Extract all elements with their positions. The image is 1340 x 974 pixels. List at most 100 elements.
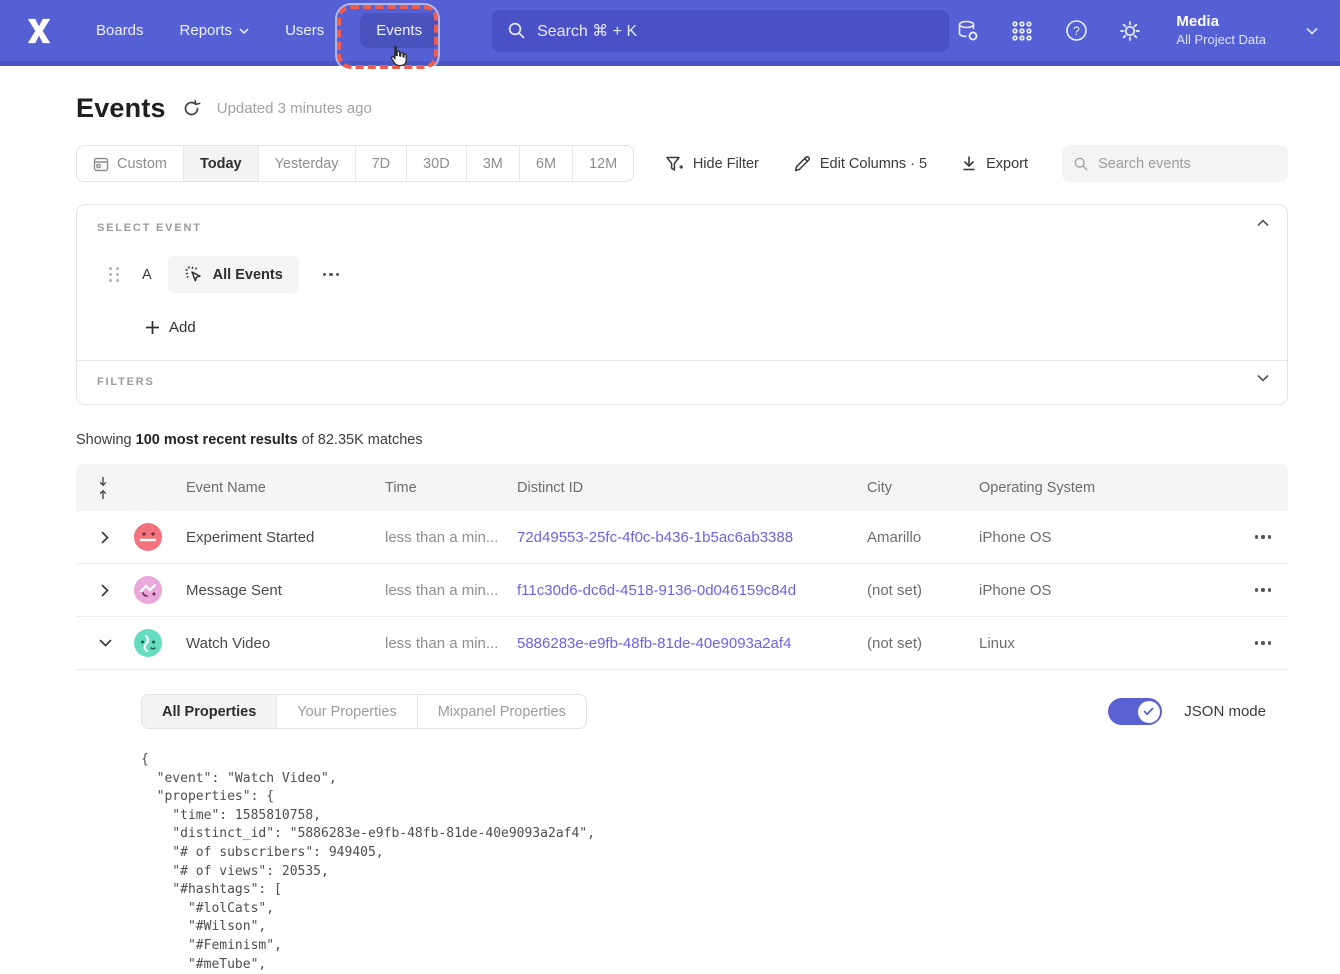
events-table: Event Name Time Distinct ID City Operati… (76, 464, 1288, 974)
event-detail-panel: All Properties Your Properties Mixpanel … (76, 670, 1288, 974)
date-range-3m[interactable]: 3M (467, 146, 520, 181)
global-search[interactable]: Search ⌘ + K (492, 10, 949, 52)
tab-mixpanel-properties[interactable]: Mixpanel Properties (418, 695, 586, 728)
svg-text:?: ? (1073, 24, 1080, 38)
collapse-row-icon[interactable] (76, 639, 134, 647)
pencil-icon (793, 155, 811, 173)
event-query-row: A All Events (109, 256, 1267, 293)
json-mode-label: JSON mode (1184, 703, 1266, 720)
event-avatar (134, 629, 162, 657)
data-management-icon[interactable] (956, 19, 980, 43)
toggle-knob (1138, 701, 1160, 723)
drag-handle-icon[interactable] (109, 267, 120, 282)
search-icon (1074, 156, 1088, 172)
global-search-placeholder: Search ⌘ + K (537, 21, 637, 41)
cell-city: (not set) (867, 582, 979, 599)
events-search-input[interactable] (1098, 156, 1276, 172)
table-row[interactable]: Experiment Started less than a min... 72… (76, 511, 1288, 564)
date-range-custom[interactable]: Custom (77, 146, 184, 181)
column-header-os[interactable]: Operating System (979, 480, 1230, 496)
settings-gear-icon[interactable] (1118, 19, 1142, 43)
table-header: Event Name Time Distinct ID City Operati… (76, 464, 1288, 511)
results-summary: Showing 100 most recent results of 82.35… (76, 432, 1288, 448)
add-event-button[interactable]: Add (145, 319, 1267, 336)
column-header-event-name[interactable]: Event Name (186, 480, 385, 496)
expand-row-icon[interactable] (76, 531, 134, 544)
mixpanel-logo[interactable] (22, 15, 56, 47)
date-range-selector: Custom Today Yesterday 7D 30D 3M 6M 12M (76, 145, 634, 182)
cell-event-name: Message Sent (186, 582, 385, 599)
edit-columns-button[interactable]: Edit Columns · 5 (793, 155, 927, 173)
table-row-expanded[interactable]: Watch Video less than a min... 5886283e-… (76, 617, 1288, 670)
cell-time: less than a min... (385, 635, 517, 652)
cell-city: (not set) (867, 635, 979, 652)
apps-grid-icon[interactable] (1010, 19, 1034, 43)
cell-distinct-id[interactable]: 5886283e-e9fb-48fb-81de-40e9093a2af4 (517, 635, 867, 652)
cell-event-name: Experiment Started (186, 529, 385, 546)
cell-city: Amarillo (867, 529, 979, 546)
top-navbar: Boards Reports Users Events Search ⌘ + K (0, 0, 1340, 66)
column-header-time[interactable]: Time (385, 480, 517, 496)
cell-event-name: Watch Video (186, 635, 385, 652)
event-json-content: { "event": "Watch Video", "properties": … (141, 751, 1268, 974)
cell-distinct-id[interactable]: f11c30d6-dc6d-4518-9136-0d046159c84d (517, 582, 867, 599)
column-header-distinct-id[interactable]: Distinct ID (517, 480, 867, 496)
cell-time: less than a min... (385, 529, 517, 546)
row-menu-icon[interactable] (1230, 535, 1288, 539)
date-range-today[interactable]: Today (184, 146, 259, 181)
event-selector-pill[interactable]: All Events (168, 256, 299, 293)
calendar-icon (93, 156, 109, 172)
refresh-icon[interactable] (182, 99, 201, 118)
filter-funnel-icon (665, 155, 684, 173)
event-row-letter: A (142, 267, 152, 283)
row-menu-icon[interactable] (1230, 588, 1288, 592)
export-button[interactable]: Export (961, 155, 1028, 172)
row-menu-icon[interactable] (1230, 641, 1288, 645)
collapse-chevron-up-icon[interactable] (1257, 219, 1269, 227)
download-icon (961, 155, 977, 172)
all-events-icon (184, 265, 204, 285)
event-avatar (134, 576, 162, 604)
help-icon[interactable]: ? (1064, 19, 1088, 43)
nav-item-users[interactable]: Users (285, 22, 324, 39)
expand-chevron-down-icon[interactable] (1257, 374, 1269, 382)
project-subtitle: All Project Data (1176, 32, 1266, 48)
tab-your-properties[interactable]: Your Properties (277, 695, 417, 728)
filters-section: FILTERS (77, 361, 1287, 404)
cell-os: iPhone OS (979, 582, 1230, 599)
date-range-7d[interactable]: 7D (356, 146, 408, 181)
tab-all-properties[interactable]: All Properties (142, 695, 277, 728)
cell-distinct-id[interactable]: 72d49553-25fc-4f0c-b436-1b5ac6ab3388 (517, 529, 867, 546)
page-title: Events (76, 93, 166, 124)
chevron-down-icon (1306, 27, 1318, 35)
last-updated-text: Updated 3 minutes ago (217, 100, 372, 117)
project-switcher[interactable]: Media All Project Data (1176, 13, 1266, 48)
nav-item-boards[interactable]: Boards (96, 22, 144, 39)
event-avatar (134, 523, 162, 551)
plus-icon (145, 320, 160, 335)
check-icon (1143, 707, 1154, 716)
hide-filter-button[interactable]: Hide Filter (665, 155, 759, 173)
events-search-field[interactable] (1062, 145, 1288, 182)
date-range-6m[interactable]: 6M (520, 146, 573, 181)
date-range-30d[interactable]: 30D (407, 146, 467, 181)
chevron-down-icon (239, 28, 249, 34)
query-builder-card: SELECT EVENT A All Events Add (76, 204, 1288, 405)
select-event-section: SELECT EVENT A All Events Add (77, 205, 1287, 360)
sort-icon[interactable] (99, 476, 112, 500)
event-row-menu-icon[interactable] (323, 273, 340, 277)
mouse-cursor-icon (386, 44, 410, 70)
filters-label: FILTERS (97, 376, 1267, 388)
date-range-12m[interactable]: 12M (573, 146, 633, 181)
expand-row-icon[interactable] (76, 584, 134, 597)
json-mode-toggle[interactable] (1108, 698, 1162, 725)
properties-tabs: All Properties Your Properties Mixpanel … (141, 694, 587, 729)
date-range-yesterday[interactable]: Yesterday (259, 146, 356, 181)
cell-os: Linux (979, 635, 1230, 652)
nav-item-reports[interactable]: Reports (180, 22, 250, 39)
table-row[interactable]: Message Sent less than a min... f11c30d6… (76, 564, 1288, 617)
event-selector-label: All Events (213, 267, 283, 283)
column-header-city[interactable]: City (867, 480, 979, 496)
cell-os: iPhone OS (979, 529, 1230, 546)
search-icon (508, 22, 525, 39)
